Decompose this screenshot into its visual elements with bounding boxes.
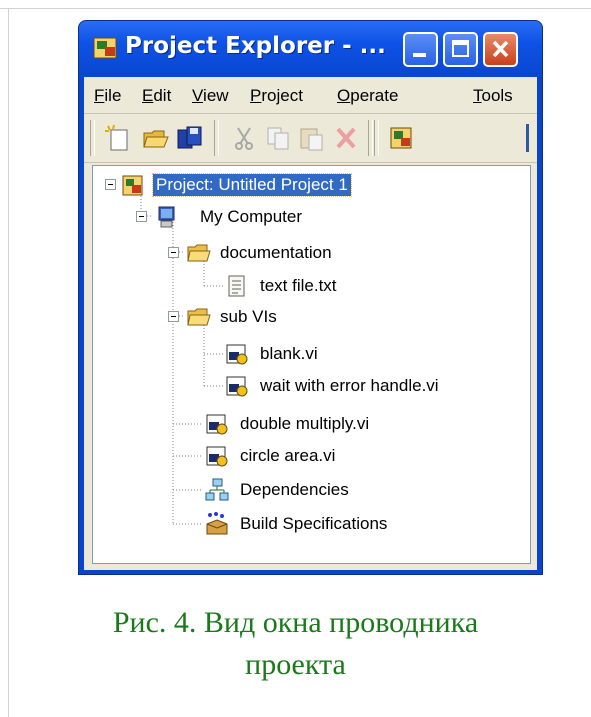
tree-node-label: documentation xyxy=(220,243,332,262)
tree-node-label: wait with error handle.vi xyxy=(260,376,439,395)
figure-caption-line-1: Рис. 4. Вид окна проводника xyxy=(112,606,479,639)
tree-node-sub-vis[interactable]: sub VIs xyxy=(187,304,447,330)
menu-edit[interactable]: Edit xyxy=(142,86,171,106)
tree-node-label: My Computer xyxy=(200,207,303,226)
menu-bar: File Edit View Project Operate Tools xyxy=(84,77,537,114)
collapse-toggle-my-computer[interactable] xyxy=(136,211,147,222)
toolbar xyxy=(84,114,537,163)
copy-icon[interactable] xyxy=(264,124,292,152)
vi-icon xyxy=(206,414,228,435)
collapse-toggle-documentation[interactable] xyxy=(168,247,179,258)
text-file-icon xyxy=(228,275,245,297)
tree-node-build-specifications[interactable]: Build Specifications xyxy=(205,511,485,537)
project-tree: Project: Untitled Project 1 My Computer … xyxy=(92,165,531,564)
menu-project[interactable]: Project xyxy=(250,86,303,106)
close-button[interactable] xyxy=(483,32,518,67)
title-bar[interactable]: Project Explorer - ... xyxy=(79,21,542,77)
tree-node-blank-vi[interactable]: blank.vi xyxy=(225,341,485,367)
project-explorer-window: Project Explorer - ... File Edit View Pr… xyxy=(78,20,543,575)
tree-node-label: text file.txt xyxy=(260,276,337,295)
cut-icon[interactable] xyxy=(230,124,258,152)
toolbar-grip-2[interactable] xyxy=(374,120,379,156)
tree-node-label: Build Specifications xyxy=(240,514,388,533)
tree-node-label: double multiply.vi xyxy=(240,414,370,433)
project-icon[interactable] xyxy=(388,124,416,152)
tree-node-label: Dependencies xyxy=(240,480,349,499)
maximize-icon xyxy=(452,40,469,57)
tree-node-label: blank.vi xyxy=(260,344,318,363)
tree-node-double-multiply-vi[interactable]: double multiply.vi xyxy=(205,411,465,437)
toolbar-separator-2 xyxy=(368,120,373,156)
vi-icon xyxy=(226,344,248,365)
save-all-icon[interactable] xyxy=(176,124,204,152)
folder-icon xyxy=(187,308,211,326)
toolbar-overflow-marker xyxy=(526,124,529,152)
build-specifications-icon xyxy=(206,512,228,535)
menu-tools[interactable]: Tools xyxy=(473,86,513,106)
folder-icon xyxy=(187,244,211,262)
maximize-button[interactable] xyxy=(443,32,478,67)
menu-file[interactable]: File xyxy=(94,86,121,106)
collapse-toggle-project[interactable] xyxy=(105,179,116,190)
project-icon xyxy=(122,175,143,196)
close-icon xyxy=(492,40,509,58)
minimize-icon xyxy=(413,53,426,57)
tree-node-label: Project: Untitled Project 1 xyxy=(152,173,352,197)
tree-node-project[interactable]: Project: Untitled Project 1 xyxy=(121,172,451,198)
figure-caption-line-2: проекта xyxy=(245,648,346,681)
window-client-area: File Edit View Project Operate Tools Pro… xyxy=(84,77,537,570)
tree-node-text-file[interactable]: text file.txt xyxy=(225,273,485,299)
toolbar-separator xyxy=(214,120,219,156)
vi-icon xyxy=(226,376,248,397)
new-icon[interactable] xyxy=(104,124,132,152)
vi-icon xyxy=(206,446,228,467)
tree-node-label: sub VIs xyxy=(220,307,277,326)
tree-node-dependencies[interactable]: Dependencies xyxy=(205,477,465,503)
page-frame-top xyxy=(0,0,591,9)
menu-view[interactable]: View xyxy=(192,86,229,106)
computer-icon xyxy=(158,206,175,228)
tree-node-documentation[interactable]: documentation xyxy=(187,240,447,266)
open-folder-icon[interactable] xyxy=(142,124,170,152)
minimize-button[interactable] xyxy=(403,32,438,67)
window-title: Project Explorer - ... xyxy=(125,33,386,59)
dependencies-icon xyxy=(205,478,229,501)
tree-node-label: circle area.vi xyxy=(240,446,336,465)
delete-icon[interactable] xyxy=(332,124,360,152)
toolbar-grip[interactable] xyxy=(90,120,95,156)
tree-node-circle-area-vi[interactable]: circle area.vi xyxy=(205,443,465,469)
tree-node-my-computer[interactable]: My Computer xyxy=(155,204,415,230)
tree-node-wait-vi[interactable]: wait with error handle.vi xyxy=(225,373,525,399)
paste-icon[interactable] xyxy=(298,124,326,152)
collapse-toggle-sub-vis[interactable] xyxy=(168,311,179,322)
project-explorer-icon xyxy=(93,37,117,59)
menu-operate[interactable]: Operate xyxy=(337,86,398,106)
